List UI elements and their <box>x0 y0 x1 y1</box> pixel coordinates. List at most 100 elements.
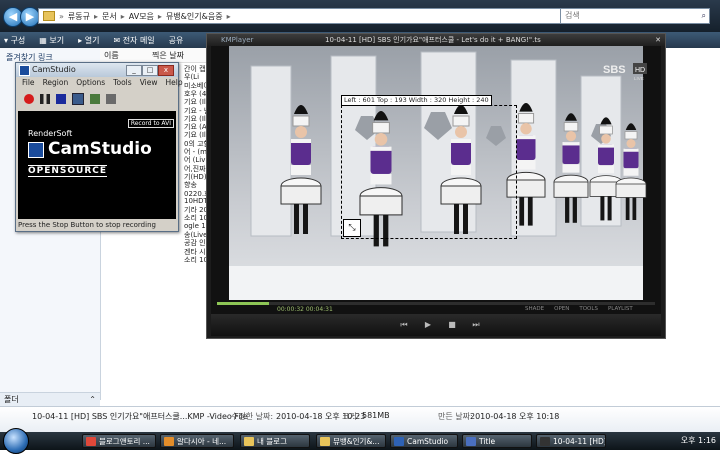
camstudio-titlebar[interactable]: CamStudio _ □ x <box>16 63 178 77</box>
file-list-item[interactable]: 소리 10 <box>184 255 208 265</box>
toolbar-share[interactable]: 공유 <box>169 35 184 46</box>
taskbar-item-label: Title <box>479 437 496 446</box>
created-value: 2010-04-18 오후 10:18 <box>470 412 560 421</box>
taskbar-app-icon <box>244 437 254 446</box>
taskbar-item-label: 알다시아 - 네... <box>177 437 227 446</box>
taskbar-app-icon <box>540 437 550 446</box>
tools-button[interactable]: TOOLS <box>579 306 598 312</box>
breadcrumb-3[interactable]: 뮤뱅&인기&음중 <box>166 11 223 22</box>
minimize-button[interactable]: _ <box>126 65 142 76</box>
camstudio-title: CamStudio <box>32 65 76 74</box>
prev-icon[interactable]: ⏮ <box>397 319 411 331</box>
breadcrumb-0[interactable]: 류동규 <box>68 11 90 22</box>
time-display: 00:00:32 00:04:31 <box>277 306 333 313</box>
taskbar-item[interactable]: 뮤뱅&인기&... <box>316 434 386 448</box>
brand-opensource: OPENSOURCE <box>28 165 108 177</box>
explorer-address-row: ◀ ▶ » 류동규 ▸ 문서 ▸ AV모음 ▸ 뮤뱅&인기&음중 ▸ 검색 ⌕ <box>0 0 720 32</box>
taskbar-item[interactable]: Title <box>462 434 532 448</box>
selected-file-name: 10-04-11 [HD] SBS 인기가요"애프터스쿨...KMP -Vide… <box>32 412 248 421</box>
taskbar-item[interactable]: 알다시아 - 네... <box>160 434 234 448</box>
menu-region[interactable]: Region <box>43 77 69 89</box>
taskbar-item-label: 뮤뱅&인기&... <box>333 437 380 446</box>
stop-icon[interactable] <box>56 94 66 104</box>
file-list-header: 이름 찍은 날짜 <box>100 48 210 63</box>
kmplayer-title: 10-04-11 [HD] SBS 인기가요"애프터스쿨 - Let's do … <box>325 36 541 44</box>
kmplayer-app-name: KMPlayer <box>221 36 254 44</box>
open-button[interactable]: OPEN <box>554 306 569 312</box>
toolbar-email[interactable]: ✉ 전자 메일 <box>113 35 154 46</box>
pause-icon[interactable] <box>40 94 50 104</box>
forward-arrow-icon: ▶ <box>25 10 35 23</box>
modified-label: 수정한 날짜: <box>231 412 274 421</box>
camstudio-app-icon <box>19 65 30 76</box>
chevron-up-icon: ⌃ <box>89 395 96 404</box>
search-input[interactable]: 검색 ⌕ <box>560 8 710 24</box>
playback-controls: ⏮ ▶ ■ ⏭ <box>211 314 661 336</box>
size-value: 581MB <box>362 411 390 420</box>
menu-file[interactable]: File <box>22 77 35 89</box>
stop-icon[interactable]: ■ <box>445 319 459 331</box>
column-date-taken[interactable]: 찍은 날짜 <box>152 50 184 61</box>
column-name[interactable]: 이름 <box>104 50 119 61</box>
taskbar-app-icon <box>86 437 96 446</box>
taskbar-item-label: 내 블로그 <box>257 437 287 446</box>
record-to-avi-button[interactable]: Record to AVI <box>127 119 174 128</box>
kmplayer-close-icon[interactable]: ✕ <box>655 34 661 46</box>
clock[interactable]: 오후 1:16 <box>681 435 716 446</box>
size-label: 크기: <box>342 412 360 421</box>
camstudio-toolbar <box>16 89 178 109</box>
back-arrow-icon: ◀ <box>8 10 18 23</box>
details-pane: 10-04-11 [HD] SBS 인기가요"애프터스쿨...KMP -Vide… <box>0 406 720 433</box>
brand-rendersoft: RenderSoft <box>28 129 73 138</box>
toolbar-open[interactable]: ▸ 열기 <box>78 35 99 46</box>
channel-logo-live: LIVE <box>634 76 644 81</box>
taskbar: 블로그앤토리 ... 알다시아 - 네... 내 블로그 뮤뱅&인기&... CamSt… <box>0 428 720 454</box>
record-icon[interactable] <box>24 94 34 104</box>
brand-camstudio: CamStudio <box>48 139 152 159</box>
folders-toggle[interactable]: 폴더 ⌃ <box>0 392 100 406</box>
taskbar-app-icon <box>320 437 330 446</box>
seek-bar[interactable]: 00:00:32 00:04:31 SHADE OPEN TOOLS PLAYL… <box>211 300 661 314</box>
taskbar-app-icon <box>164 437 174 446</box>
channel-logo-badge: HD <box>635 67 645 74</box>
menu-help[interactable]: Help <box>166 77 183 89</box>
menu-tools[interactable]: Tools <box>113 77 131 89</box>
toolbar-view[interactable]: ▦ 보기 <box>39 35 64 46</box>
camstudio-banner: Record to AVI RenderSoft CamStudio OPENS… <box>18 111 176 219</box>
taskbar-item[interactable]: 블로그앤토리 ... <box>82 434 156 448</box>
taskbar-item-label: 블로그앤토리 ... <box>99 437 150 446</box>
breadcrumb-2[interactable]: AV모음 <box>129 11 154 22</box>
search-icon[interactable]: ⌕ <box>702 9 706 23</box>
menu-options[interactable]: Options <box>76 77 105 89</box>
camstudio-window[interactable]: CamStudio _ □ x File Region Options Tool… <box>15 62 183 232</box>
maximize-button[interactable]: □ <box>142 65 158 76</box>
capture-region-box[interactable] <box>341 105 517 239</box>
playlist-button[interactable]: PLAYLIST <box>608 306 633 312</box>
seek-track <box>217 302 655 305</box>
annotation-icon[interactable] <box>90 94 100 104</box>
address-bar[interactable]: » 류동규 ▸ 문서 ▸ AV모음 ▸ 뮤뱅&인기&음중 ▸ <box>38 8 578 24</box>
video-options-icon[interactable] <box>106 94 116 104</box>
channel-logo: SBS <box>603 64 626 76</box>
kmplayer-titlebar[interactable]: KMPlayer 10-04-11 [HD] SBS 인기가요"애프터스쿨 - … <box>207 34 665 46</box>
camstudio-logo-icon <box>28 142 44 158</box>
taskbar-app-icon <box>466 437 476 446</box>
region-icon[interactable] <box>72 93 84 105</box>
taskbar-item[interactable]: CamStudio <box>390 434 458 448</box>
camstudio-menubar: File Region Options Tools View Help <box>16 77 183 89</box>
forward-button[interactable]: ▶ <box>20 7 40 27</box>
resize-handle-icon[interactable]: ⤡ <box>343 219 361 237</box>
taskbar-item[interactable]: 내 블로그 <box>240 434 310 448</box>
folder-icon <box>43 11 55 21</box>
start-button[interactable] <box>3 428 29 454</box>
created-label: 만든 날짜: <box>438 412 473 421</box>
play-icon[interactable]: ▶ <box>421 319 435 331</box>
breadcrumb-1[interactable]: 문서 <box>102 11 117 22</box>
next-icon[interactable]: ⏭ <box>469 319 483 331</box>
toolbar-organize[interactable]: ▾ 구성 <box>4 35 25 46</box>
shade-button[interactable]: SHADE <box>525 306 544 312</box>
menu-view[interactable]: View <box>140 77 158 89</box>
taskbar-item-label: CamStudio <box>407 437 449 446</box>
close-button[interactable]: x <box>158 65 174 76</box>
taskbar-item[interactable]: 10-04-11 [HD]... <box>536 434 606 448</box>
